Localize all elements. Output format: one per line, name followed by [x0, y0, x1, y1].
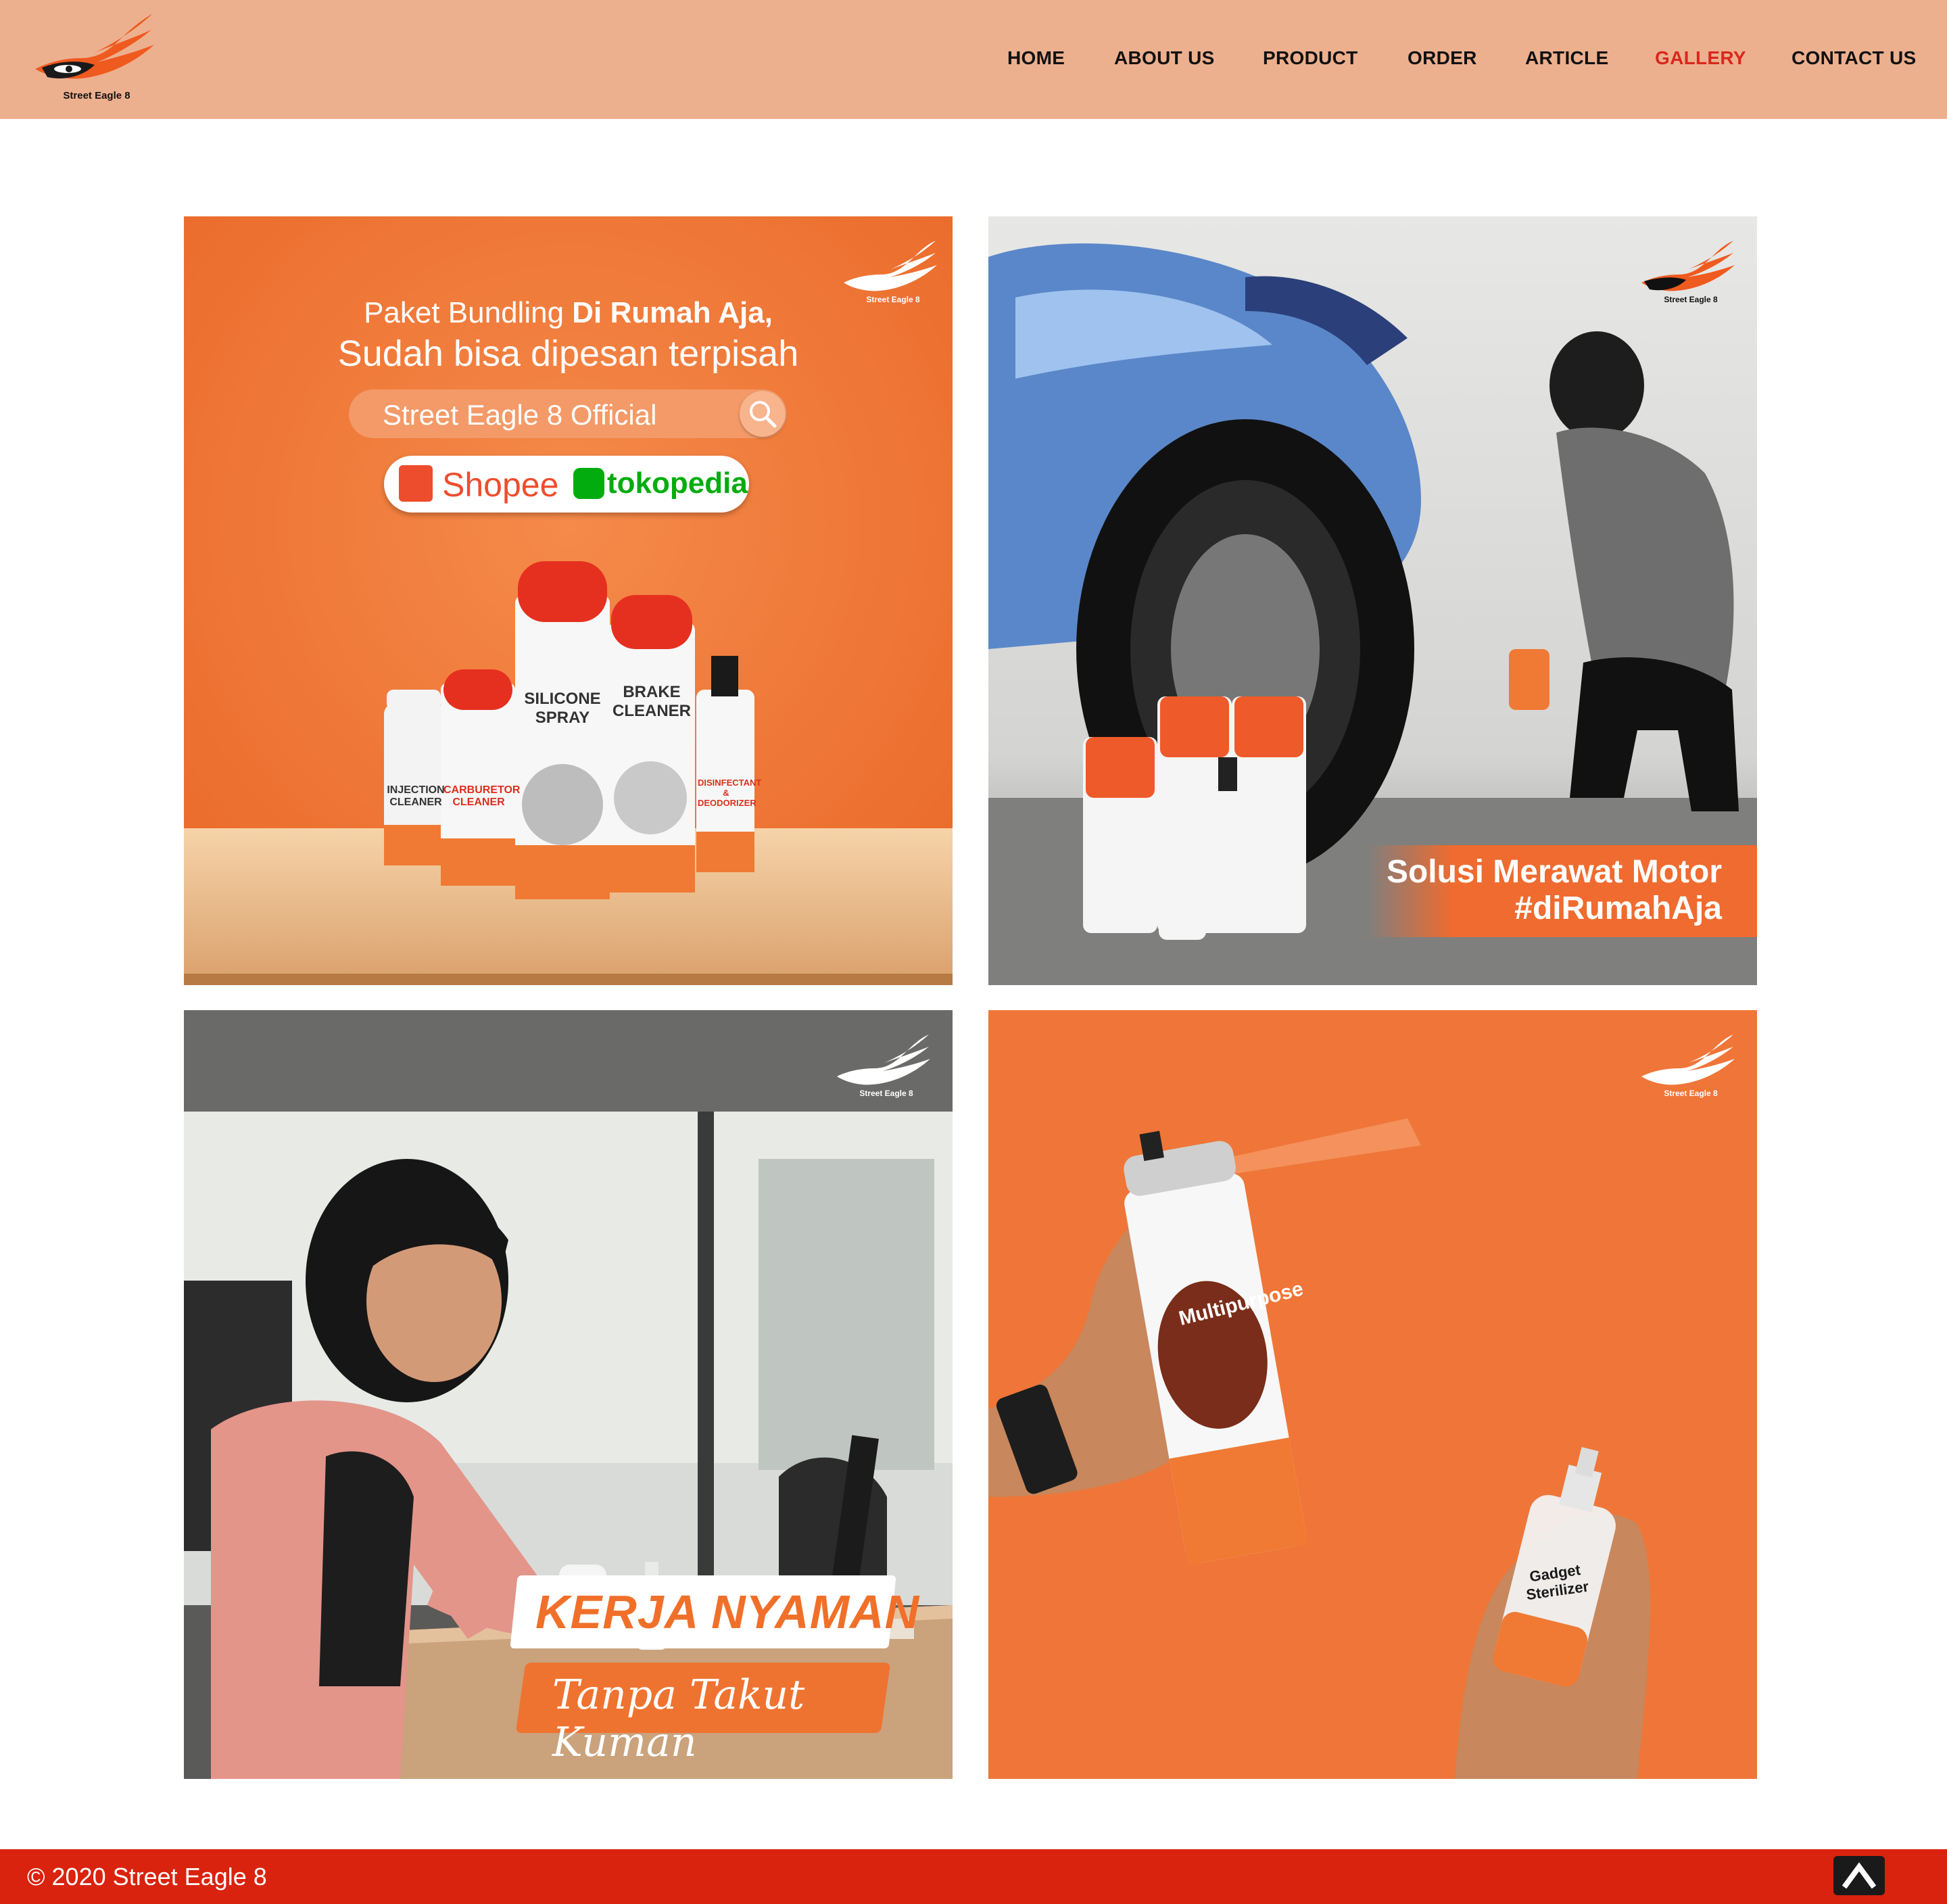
- tokopedia-label: tokopedia: [607, 467, 748, 500]
- brand-watermark: Street Eagle 8: [1639, 1030, 1740, 1105]
- gallery-item-sterilizer[interactable]: Street Eagle 8 Multipurpose Gadget Steri…: [988, 1010, 1757, 1779]
- nav-contact-us[interactable]: CONTACT US: [1792, 47, 1916, 69]
- brand-watermark-label: Street Eagle 8: [1664, 295, 1718, 304]
- sterilizer-spray-photo: [988, 1010, 1757, 1779]
- copyright-text: © 2020 Street Eagle 8: [27, 1863, 267, 1890]
- search-icon: [740, 391, 786, 437]
- shopee-bag-icon: [399, 465, 433, 502]
- product-label: CARBURETOR CLEANER: [443, 784, 521, 808]
- brand-watermark: Street Eagle 8: [1639, 237, 1740, 311]
- bundling-promo-image: [184, 216, 953, 985]
- product-label: INJECTION CLEANER: [387, 784, 445, 808]
- tokopedia-owl-icon: [573, 468, 604, 499]
- nav-product[interactable]: PRODUCT: [1263, 47, 1358, 69]
- product-label: BRAKE CLEANER: [612, 683, 691, 720]
- brand-watermark-label: Street Eagle 8: [859, 1089, 913, 1098]
- brand-watermark-label: Street Eagle 8: [1664, 1089, 1718, 1098]
- store-search-bar: Street Eagle 8 Official: [349, 389, 787, 438]
- bundling-subheading: Sudah bisa dipesan terpisah: [337, 333, 799, 374]
- gallery-item-work-comfort[interactable]: Street Eagle 8 KERJA NYAMAN Tanpa Takut …: [184, 1010, 953, 1779]
- motor-care-heading: Solusi Merawat Motor: [1386, 854, 1722, 890]
- motor-care-hashtag: #diRumahAja: [1514, 890, 1722, 926]
- back-to-top-button[interactable]: [1833, 1856, 1885, 1895]
- work-comfort-subheading: Tanpa Takut Kuman: [552, 1671, 805, 1766]
- gallery-item-motor-care[interactable]: Street Eagle 8 Solusi Merawat Motor #diR…: [988, 216, 1757, 985]
- shopee-label: Shopee: [442, 466, 559, 504]
- bundling-heading: Paket Bundling Di Rumah Aja,: [364, 296, 773, 329]
- nav-home[interactable]: HOME: [1007, 47, 1065, 69]
- logo-wordmark: Street Eagle 8: [63, 90, 130, 101]
- gallery-item-bundling[interactable]: Street Eagle 8 Paket Bundling Di Rumah A…: [184, 216, 953, 985]
- brand-watermark: Street Eagle 8: [834, 1030, 936, 1105]
- nav-gallery[interactable]: GALLERY: [1655, 47, 1746, 69]
- product-label: SILICONE SPRAY: [524, 690, 601, 727]
- chevron-up-icon: [1842, 1862, 1877, 1889]
- product-label: DISINFECTANT & DEODORIZER: [698, 778, 762, 808]
- nav-article[interactable]: ARTICLE: [1525, 47, 1608, 69]
- site-header: Street Eagle 8 HOME ABOUT US PRODUCT ORD…: [0, 0, 1947, 119]
- marketplace-badges: Shopee tokopedia: [384, 456, 749, 513]
- nav-about-us[interactable]: ABOUT US: [1114, 47, 1215, 69]
- work-comfort-heading: KERJA NYAMAN: [535, 1586, 920, 1638]
- main-nav: HOME ABOUT US PRODUCT ORDER ARTICLE GALL…: [0, 47, 1947, 74]
- nav-order[interactable]: ORDER: [1408, 47, 1477, 69]
- store-search-text: Street Eagle 8 Official: [383, 399, 657, 431]
- site-footer: © 2020 Street Eagle 8: [0, 1849, 1947, 1904]
